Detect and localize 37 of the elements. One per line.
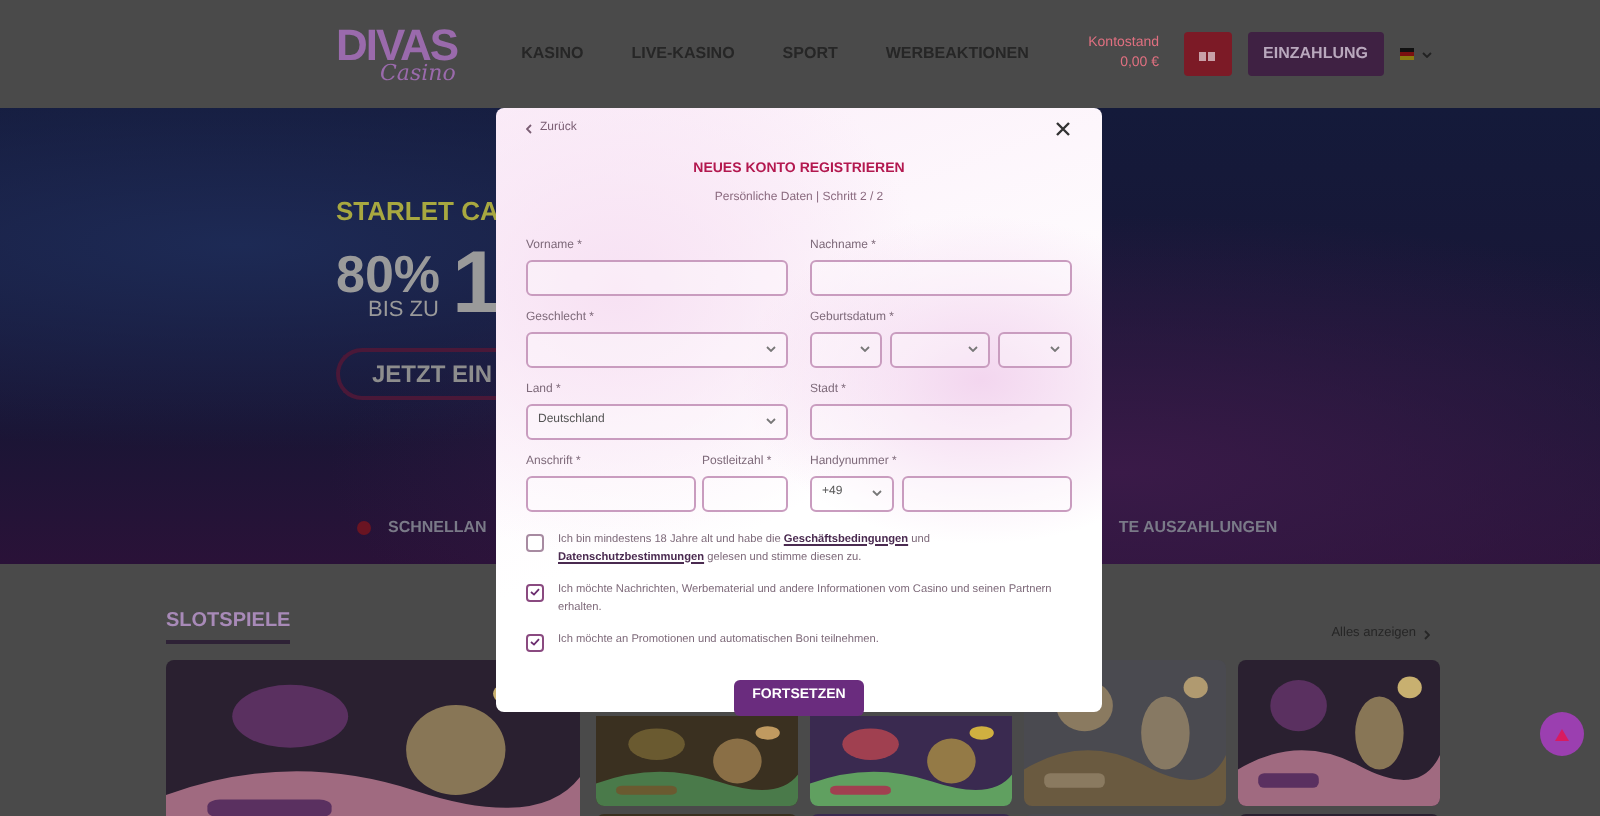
input-field[interactable] (902, 475, 1072, 511)
bonus-amount: 1 (452, 244, 502, 324)
chevron-down-icon (1422, 51, 1432, 57)
chevron-down-icon (766, 346, 776, 352)
section-title: SLOTSPIELE (166, 606, 291, 644)
close-icon (1056, 121, 1070, 135)
chevron-down-icon (766, 418, 776, 424)
input-field[interactable] (702, 475, 788, 511)
select-field[interactable] (526, 331, 788, 367)
chevron-right-icon (1424, 629, 1430, 640)
deposit-button[interactable]: EINZAHLUNG (1247, 32, 1384, 76)
select-field[interactable] (998, 331, 1072, 367)
flag-icon (1400, 48, 1414, 60)
chevron-down-icon (968, 346, 978, 352)
bonus-percent: 80% (336, 247, 441, 299)
checkbox[interactable] (526, 583, 544, 601)
feature-text: SCHNELLAN (388, 516, 487, 540)
chevron-down-icon (1050, 346, 1060, 352)
checkbox[interactable] (526, 533, 544, 551)
language-selector[interactable] (1400, 48, 1432, 60)
gift-icon (1198, 47, 1217, 61)
chevron-down-icon (860, 346, 870, 352)
input-field[interactable] (526, 475, 696, 511)
bonus-upto: BIS ZU (368, 299, 441, 321)
checkbox[interactable] (526, 633, 544, 651)
input-field[interactable] (810, 259, 1072, 295)
chat-icon (1554, 727, 1570, 741)
select-field[interactable] (890, 331, 990, 367)
input-field[interactable] (810, 403, 1072, 439)
input-field[interactable] (526, 259, 788, 295)
chevron-left-icon (526, 124, 532, 134)
gift-button[interactable] (1183, 32, 1232, 76)
promo-headline: STARLET CA (336, 196, 499, 228)
close-button[interactable] (1056, 121, 1072, 137)
feature-text: TE AUSZAHLUNGEN (1118, 516, 1278, 540)
chevron-down-icon (872, 490, 882, 496)
select-field[interactable] (810, 331, 882, 367)
